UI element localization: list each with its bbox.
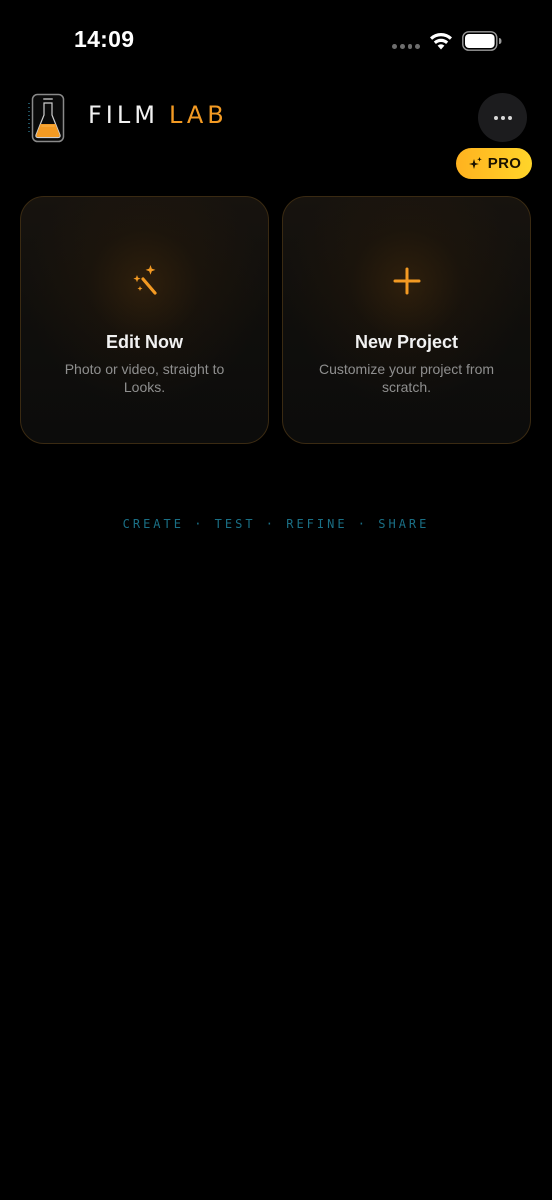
sparkle-icon	[468, 156, 482, 169]
new-project-title: New Project	[354, 332, 459, 352]
battery-icon	[462, 31, 502, 51]
status-time: 14:09	[74, 26, 135, 52]
wifi-icon	[430, 33, 452, 50]
edit-now-description: Photo or video, straight to Looks.	[64, 361, 225, 395]
status-bar: 14:09	[0, 0, 552, 84]
magic-wand-icon	[132, 265, 157, 295]
new-project-description: Customize your project from scratch.	[318, 361, 495, 395]
app-title: FILM LAB	[88, 100, 228, 130]
more-options-button[interactable]	[478, 93, 527, 142]
cellular-dots-icon	[392, 44, 420, 50]
edit-now-title: Edit Now	[106, 332, 183, 352]
new-project-card[interactable]: New Project Customize your project from …	[282, 196, 531, 444]
flask-icon	[28, 93, 65, 143]
pro-label: PRO	[487, 155, 522, 172]
ellipsis-icon	[493, 115, 512, 120]
plus-icon	[393, 267, 420, 295]
pro-badge[interactable]: PRO	[456, 148, 532, 179]
app-title-film: FILM	[88, 101, 159, 129]
app-title-lab: LAB	[168, 101, 228, 129]
edit-now-card[interactable]: Edit Now Photo or video, straight to Loo…	[20, 196, 269, 444]
tagline: CREATE · TEST · REFINE · SHARE	[122, 517, 430, 531]
